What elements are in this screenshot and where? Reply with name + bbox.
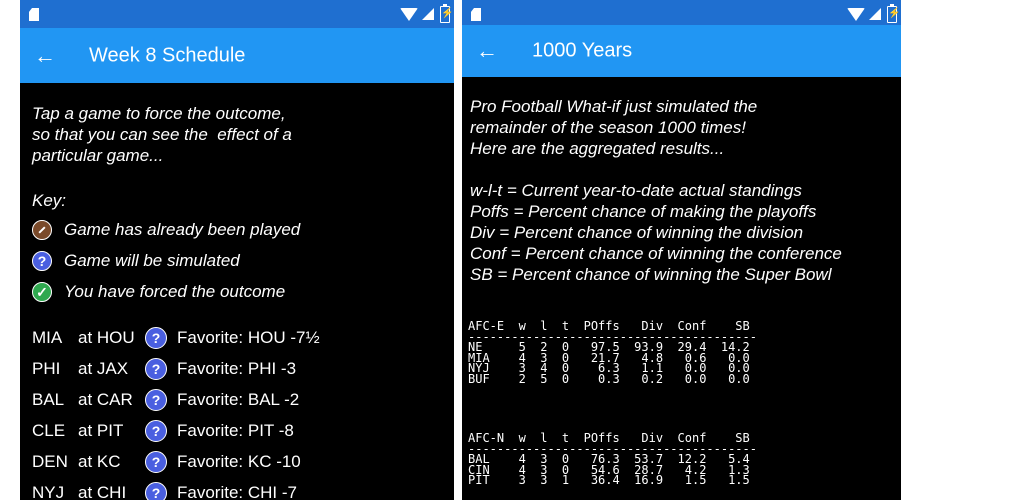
- standings-table-afc-north: AFC-N w l t POffs Div Conf SB ----------…: [468, 432, 757, 487]
- back-arrow-icon[interactable]: ←: [34, 44, 56, 67]
- table-row: BUF 2 5 0 0.3 0.2 0.0 0.0: [468, 371, 750, 386]
- question-icon[interactable]: ?: [145, 482, 167, 500]
- favorite-text: Favorite: KC -10: [177, 452, 301, 471]
- away-team: NYJ: [32, 483, 65, 500]
- favorite-text: Favorite: CHI -7: [177, 483, 297, 500]
- favorite-text: Favorite: PHI -3: [177, 359, 297, 378]
- key-simulated: ? Game will be simulated: [32, 249, 240, 273]
- app-bar: ← 1000 Years: [462, 25, 901, 77]
- status-bar: ⚡: [20, 0, 454, 28]
- signal-icon: [422, 8, 434, 20]
- football-icon: [32, 220, 52, 240]
- wifi-icon: [400, 7, 418, 21]
- away-team: CLE: [32, 421, 66, 440]
- question-icon[interactable]: ?: [145, 389, 167, 411]
- question-icon[interactable]: ?: [145, 358, 167, 380]
- key-played: Game has already been played: [32, 218, 300, 242]
- home-team: at PIT: [78, 421, 124, 440]
- app-bar: ← Week 8 Schedule: [20, 28, 454, 83]
- game-row[interactable]: CLE at PIT ? Favorite: PIT -8: [32, 416, 452, 446]
- status-bar: ⚡: [462, 0, 901, 28]
- sd-card-icon: [29, 8, 39, 21]
- game-row[interactable]: PHI at JAX ? Favorite: PHI -3: [32, 354, 452, 384]
- sd-card-icon: [471, 8, 481, 21]
- away-team: BAL: [32, 390, 65, 409]
- battery-icon: ⚡: [887, 3, 900, 23]
- page-title: Week 8 Schedule: [89, 44, 246, 66]
- table-row: PIT 3 3 1 36.4 16.9 1.5 1.5: [468, 473, 750, 487]
- check-icon: ✓: [32, 282, 52, 302]
- home-team: at KC: [78, 452, 121, 471]
- page-title: 1000 Years: [532, 39, 633, 62]
- away-team: PHI: [32, 359, 61, 378]
- battery-icon: ⚡: [440, 3, 453, 23]
- home-team: at HOU: [78, 328, 135, 347]
- home-team: at CHI: [78, 483, 127, 500]
- simulation-results-screen: ⚡ ← 1000 Years Pro Football What-if just…: [462, 0, 901, 500]
- away-team: DEN: [32, 452, 68, 471]
- favorite-text: Favorite: HOU -7½: [177, 328, 320, 347]
- back-arrow-icon[interactable]: ←: [476, 40, 498, 62]
- favorite-text: Favorite: PIT -8: [177, 421, 294, 440]
- wifi-icon: [847, 7, 865, 21]
- home-team: at CAR: [78, 390, 133, 409]
- game-row[interactable]: NYJ at CHI ? Favorite: CHI -7: [32, 478, 452, 500]
- signal-icon: [869, 8, 881, 20]
- question-icon[interactable]: ?: [145, 420, 167, 442]
- key-title: Key:: [32, 191, 67, 210]
- legend-text: w-l-t = Current year-to-date actual stan…: [470, 181, 842, 284]
- home-team: at JAX: [78, 359, 129, 378]
- away-team: MIA: [32, 328, 63, 347]
- simulation-intro: Pro Football What-if just simulated the …: [470, 97, 758, 158]
- question-icon[interactable]: ?: [145, 327, 167, 349]
- question-icon[interactable]: ?: [145, 451, 167, 473]
- instructions-text: Tap a game to force the outcome, so that…: [32, 104, 292, 165]
- schedule-screen: ⚡ ← Week 8 Schedule Tap a game to force …: [20, 0, 454, 500]
- key-forced: ✓ You have forced the outcome: [32, 280, 285, 304]
- game-row[interactable]: MIA at HOU ? Favorite: HOU -7½: [32, 323, 452, 353]
- standings-table-afc-east: AFC-E w l t POffs Div Conf SB ----------…: [468, 320, 757, 386]
- favorite-text: Favorite: BAL -2: [177, 390, 300, 409]
- game-row[interactable]: DEN at KC ? Favorite: KC -10: [32, 447, 452, 477]
- question-icon: ?: [32, 251, 52, 271]
- game-row[interactable]: BAL at CAR ? Favorite: BAL -2: [32, 385, 452, 415]
